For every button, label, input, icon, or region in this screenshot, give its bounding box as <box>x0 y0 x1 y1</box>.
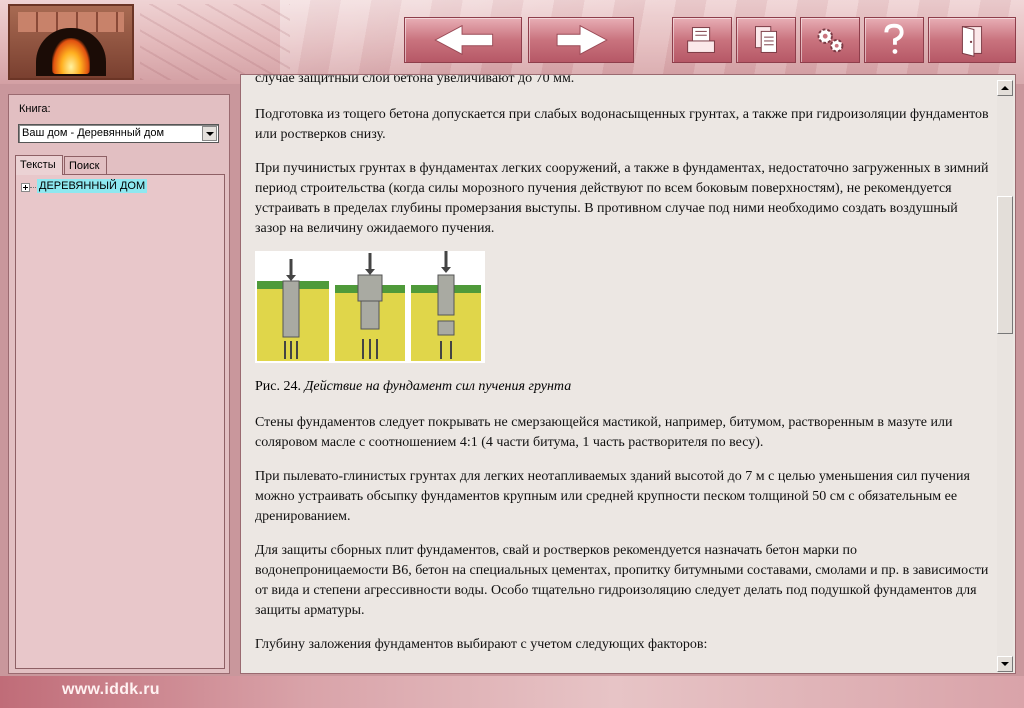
arrow-right-icon <box>556 24 608 56</box>
paragraph: случае защитный слой бетона увеличивают … <box>255 74 575 86</box>
settings-button[interactable] <box>800 17 860 63</box>
paragraph: Глубину заложения фундаментов выбирают с… <box>255 637 708 652</box>
tree-item-wooden-house[interactable]: ДЕРЕВЯННЫЙ ДОМ <box>37 179 148 193</box>
scroll-down-button[interactable] <box>997 656 1013 672</box>
exit-button[interactable] <box>928 17 1016 63</box>
question-icon <box>884 23 904 54</box>
book-select-value: Ваш дом - Деревянный дом <box>22 127 165 139</box>
gears-icon <box>817 28 844 53</box>
tree-connector <box>30 187 36 188</box>
figure-caption: Рис. 24. Действие на фундамент сил пучен… <box>255 379 571 395</box>
figure-number: Рис. 24. <box>255 379 301 394</box>
book-select[interactable]: Ваш дом - Деревянный дом <box>18 124 219 143</box>
frost-heave-diagram <box>257 251 481 361</box>
footer: www.iddk.ru <box>0 676 1024 708</box>
contents-tree: ДЕРЕВЯННЫЙ ДОМ <box>15 174 225 669</box>
paragraph: Для защиты сборных плит фундаментов, сва… <box>255 543 989 618</box>
figure-frost-heave <box>255 251 485 363</box>
fireplace-logo-icon <box>8 4 134 80</box>
paragraph: При пучинистых грунтах в фундаментах лег… <box>255 161 989 236</box>
tab-texts[interactable]: Тексты <box>15 155 63 175</box>
copy-button[interactable] <box>736 17 796 63</box>
document-view: случае защитный слой бетона увеличивают … <box>240 74 1016 674</box>
printer-icon <box>687 27 715 53</box>
print-button[interactable] <box>672 17 732 63</box>
door-icon <box>961 25 983 57</box>
sidebar: Книга: Ваш дом - Деревянный дом Тексты П… <box>8 94 230 674</box>
help-button[interactable] <box>864 17 924 63</box>
app-header <box>0 0 1024 84</box>
figure-title: Действие на фундамент сил пучения грунта <box>304 379 572 394</box>
forward-button[interactable] <box>528 17 634 63</box>
book-label: Книга: <box>19 103 51 115</box>
blueprint-decoration <box>140 4 290 80</box>
paragraph: Стены фундаментов следует покрывать не с… <box>255 415 953 450</box>
back-button[interactable] <box>404 17 522 63</box>
expand-icon[interactable] <box>21 183 30 192</box>
arrow-left-icon <box>434 24 494 56</box>
paragraph: При пылевато-глинистых грунтах для легки… <box>255 469 970 524</box>
site-url[interactable]: www.iddk.ru <box>62 681 160 699</box>
tab-search[interactable]: Поиск <box>64 156 107 174</box>
scroll-thumb[interactable] <box>997 196 1013 334</box>
pages-icon <box>755 26 778 53</box>
paragraph: Подготовка из тощего бетона допускается … <box>255 107 989 142</box>
chevron-down-icon[interactable] <box>202 126 217 141</box>
vertical-scrollbar[interactable] <box>997 80 1013 672</box>
scroll-up-button[interactable] <box>997 80 1013 96</box>
